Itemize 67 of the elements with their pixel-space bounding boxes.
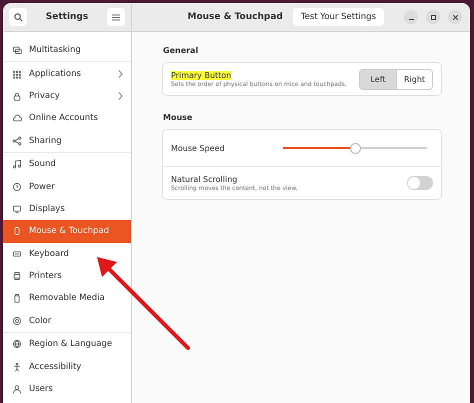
user-icon [12,384,22,394]
segment-button[interactable]: Left [360,70,396,88]
slider-handle[interactable] [350,142,360,154]
setting-title: Primary Button [171,70,232,80]
section-heading: General [163,46,200,55]
grid-icon [12,68,22,79]
maximize-icon [430,14,436,20]
minimize-button[interactable] [404,10,418,24]
sidebar-item[interactable]: Displays [3,198,131,220]
setting-title: Mouse Speed [171,144,226,152]
sidebar-item[interactable]: Sound [3,152,131,176]
person-figure-icon [12,362,22,372]
window-title: Mouse & Touchpad [187,12,283,22]
sidebar-item[interactable]: Removable Media [3,287,131,310]
sidebar-item[interactable]: Printers [3,264,131,288]
menu-icon [112,14,120,20]
sidebar-label: Mouse & Touchpad [29,226,110,236]
sidebar-item[interactable]: Accessibility [3,355,131,378]
sidebar-item[interactable]: Power [3,175,131,198]
sidebar-label: Sound [29,159,57,170]
toggle-switch[interactable] [407,176,433,190]
segment-button[interactable]: Right [396,70,432,88]
sidebar-label: Applications [29,68,82,79]
sidebar-item[interactable]: Color [3,310,131,332]
windows-icon [12,45,22,56]
printer-icon [12,271,22,282]
sidebar-item[interactable]: Users [3,378,131,400]
sidebar-label: Accessibility [29,362,82,372]
section-heading: Mouse [163,113,194,122]
menu-button[interactable] [106,8,125,26]
sidebar-label: Power [29,182,56,192]
sidebar-item[interactable]: Region & Language [3,333,131,356]
drive-icon [12,293,22,304]
globe-icon [12,339,22,350]
share-icon [12,136,22,146]
music-note-icon [12,159,22,170]
sidebar-item[interactable]: Privacy [3,84,131,108]
sidebar-label: Multitasking [29,45,82,56]
sidebar-title: Settings [46,12,88,22]
setting-title: Natural Scrolling [171,174,238,184]
sidebar-label: Region & Language [29,339,114,350]
search-icon [14,12,22,22]
sidebar-item[interactable]: Multitasking [3,39,131,62]
keyboard-icon [12,248,22,259]
sidebar-item[interactable]: Mouse & Touchpad [3,220,131,243]
monitor-icon [12,204,22,214]
close-icon [452,14,458,20]
maximize-button[interactable] [426,10,440,24]
sidebar-item[interactable]: Sharing [3,130,131,152]
search-button[interactable] [9,8,27,26]
sidebar-label: Sharing [29,136,63,146]
sidebar-label: Keyboard [29,248,70,259]
cloud-icon [12,113,22,124]
sidebar-label: Printers [29,271,63,282]
sidebar-label: Displays [29,204,66,214]
sidebar-item[interactable]: Keyboard [3,242,131,265]
sidebar-item[interactable]: Applications [3,62,131,85]
sidebar-label: Online Accounts [29,113,99,124]
sidebar-label: Privacy [29,90,61,101]
lock-icon [12,90,22,101]
sidebar-item[interactable]: Online Accounts [3,107,131,130]
close-button[interactable] [448,10,462,24]
sidebar-label: Removable Media [29,293,106,304]
sidebar-label: Color [29,316,52,326]
test-settings-button[interactable]: Test Your Settings [292,8,384,26]
mouse-icon [12,226,22,236]
sidebar-label: Users [29,384,54,394]
